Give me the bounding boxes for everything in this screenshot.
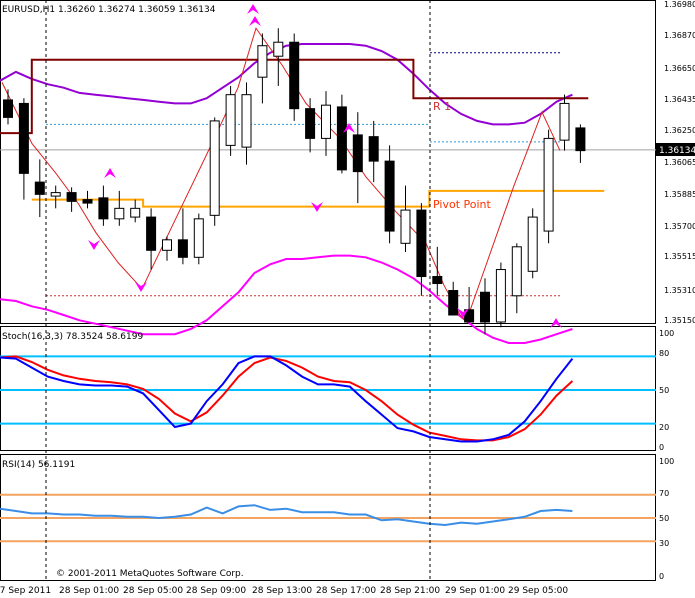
candle — [289, 33, 300, 121]
candle-body — [543, 137, 554, 232]
candle-body — [527, 216, 538, 272]
candle — [193, 213, 204, 265]
rsi-tick: 50 — [659, 514, 669, 523]
candle-body — [336, 106, 347, 171]
time-tick: 29 Sep 05:00 — [508, 586, 568, 596]
candle-body — [559, 102, 570, 141]
main-header: EURUSD,H1 1.36260 1.36274 1.36059 1.3613… — [2, 5, 216, 15]
current-price-label: 1.36134 — [659, 146, 695, 156]
candle-body — [400, 209, 411, 244]
price-tick: 1.35150 — [664, 316, 695, 325]
mt4-chart[interactable]: 1.36134 EURUSD,H1 1.36260 1.36274 1.3605… — [0, 0, 695, 598]
time-tick: 29 Sep 01:00 — [445, 586, 505, 596]
candle-body — [416, 209, 427, 278]
candle-body — [193, 218, 204, 258]
time-tick: 28 Sep 05:00 — [123, 586, 183, 596]
price-tick: 1.36980 — [664, 0, 695, 9]
candle — [495, 262, 506, 328]
candle-body — [384, 160, 395, 232]
price-tick: 1.35515 — [664, 252, 695, 261]
time-tick: 28 Sep 13:00 — [252, 586, 312, 596]
candle — [543, 129, 554, 244]
candle-body — [82, 199, 93, 204]
candle-body — [98, 197, 109, 220]
stoch-tick: 100 — [659, 329, 674, 338]
stoch-tick: 50 — [659, 386, 669, 395]
chart-background — [0, 0, 695, 598]
candle-body — [3, 99, 13, 118]
candle-body — [130, 207, 141, 218]
time-axis: 27 Sep 2011 28 Sep 01:00 28 Sep 05:00 28… — [0, 586, 568, 596]
candle-body — [18, 102, 29, 174]
candle-body — [352, 134, 363, 173]
rsi-tick: 30 — [659, 539, 669, 548]
rsi-tick: 100 — [659, 457, 674, 466]
price-tick: 1.36065 — [664, 158, 695, 167]
time-tick: 28 Sep 17:00 — [316, 586, 376, 596]
candle-body — [177, 239, 188, 258]
price-tick: 1.35700 — [664, 222, 695, 231]
time-tick: 27 Sep 2011 — [0, 586, 51, 596]
time-tick: 28 Sep 01:00 — [59, 586, 119, 596]
rsi-tick: 70 — [659, 489, 669, 498]
candle-body — [432, 276, 443, 285]
price-tick: 1.35310 — [664, 286, 695, 295]
candle-body — [321, 104, 331, 139]
pivot-point-label: Pivot Point — [433, 198, 491, 211]
candle-body — [34, 181, 45, 195]
rsi-tick: 0 — [659, 572, 664, 581]
candle-body — [257, 45, 268, 78]
candle-body — [146, 216, 157, 251]
candle-body — [241, 94, 252, 148]
candle-body — [50, 192, 61, 197]
candle-body — [289, 41, 300, 110]
price-tick: 1.35885 — [664, 190, 695, 199]
candle-body — [575, 127, 586, 152]
candle-body — [368, 136, 379, 162]
candle-body — [273, 41, 284, 57]
copyright-text: © 2001-2011 MetaQuotes Software Corp. — [56, 569, 244, 579]
stoch-tick: 80 — [659, 349, 669, 358]
candle-body — [495, 269, 506, 323]
time-tick: 28 Sep 21:00 — [380, 586, 440, 596]
candle-body — [448, 290, 459, 316]
price-tick: 1.36435 — [664, 95, 695, 104]
candle — [209, 117, 220, 226]
candle-body — [511, 246, 522, 297]
price-tick: 1.36650 — [664, 64, 695, 73]
candle — [527, 208, 538, 279]
r1-label: R 1 — [433, 100, 451, 113]
candle-body — [305, 108, 316, 139]
candle-body — [114, 207, 125, 220]
candle-body — [209, 120, 220, 216]
price-tick: 1.36250 — [664, 126, 695, 135]
candle-body — [225, 94, 236, 146]
candle — [336, 94, 347, 174]
candle — [225, 85, 236, 156]
candle-body — [162, 239, 172, 251]
candle-body — [480, 291, 490, 323]
stoch-header: Stoch(16,3,3) 78.3524 58.6199 — [2, 332, 143, 342]
stoch-tick: 20 — [659, 423, 669, 432]
candle-body — [66, 192, 77, 202]
rsi-header: RSI(14) 56.1191 — [2, 460, 75, 470]
stoch-tick: 0 — [659, 443, 664, 452]
time-tick: 28 Sep 09:00 — [186, 586, 246, 596]
price-tick: 1.36870 — [664, 31, 695, 40]
